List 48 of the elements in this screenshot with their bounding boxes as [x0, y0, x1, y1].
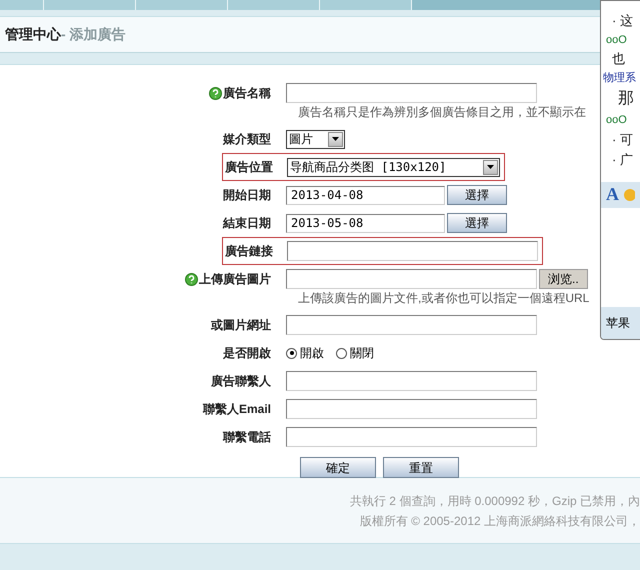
footer-text: 共執行 2 個查詢，用時 0.000992 秒，Gzip 已禁用，內 — [348, 492, 640, 510]
text-field[interactable] — [286, 427, 537, 447]
text-field[interactable] — [286, 315, 537, 335]
chat-line: 物理系 — [603, 70, 637, 86]
chat-line: ooO — [606, 32, 628, 48]
field-label: 廣告鏈接 — [225, 243, 273, 260]
field-label: 結束日期 — [223, 215, 271, 232]
radio-option[interactable]: 關閉 — [336, 344, 374, 362]
form-button[interactable]: 重置 — [383, 457, 459, 478]
text-field[interactable] — [286, 399, 537, 419]
field-hint: 廣告名稱只是作為辨別多個廣告條目之用，並不顯示在 — [298, 104, 586, 121]
field-label: 廣告位置 — [225, 159, 273, 176]
field-label: 上傳廣告圖片 — [199, 271, 271, 288]
field-label: 聯繫電話 — [223, 429, 271, 446]
field-label: 開始日期 — [223, 187, 271, 204]
field-label: 聯繫人Email — [202, 401, 271, 418]
browse-button[interactable]: 浏览.. — [539, 269, 588, 289]
radio-option[interactable]: 開啟 — [286, 344, 324, 362]
chat-line: · 广 — [611, 151, 634, 169]
field-label: 是否開啟 — [223, 345, 271, 362]
breadcrumb-title: 管理中心 — [5, 25, 61, 44]
field-label: 廣告聯繫人 — [211, 373, 271, 390]
breadcrumb-current: - 添加廣告 — [61, 25, 126, 44]
chat-line: ooO — [606, 113, 628, 128]
choose-date-button[interactable]: 選擇 — [447, 213, 507, 233]
dropdown-caret-icon — [483, 160, 498, 174]
text-field[interactable] — [286, 83, 537, 103]
footer-text: 版權所有 © 2005-2012 上海商派網絡科技有限公司， — [358, 512, 640, 530]
text-field[interactable] — [286, 371, 537, 391]
form-button[interactable]: 確定 — [300, 457, 376, 478]
chat-line: · 可 — [611, 130, 634, 148]
dropdown-field[interactable]: 圖片 — [286, 130, 345, 148]
dropdown-field[interactable]: 导航商品分类图 [130x120] — [287, 158, 500, 176]
field-hint: 上傳該廣告的圖片文件,或者你也可以指定一個遠程URL — [298, 290, 590, 307]
date-field[interactable]: 2013-05-08 — [286, 214, 445, 232]
chat-line: 也 — [611, 50, 626, 68]
chat-line: 那 — [617, 89, 635, 109]
field-label: 媒介類型 — [223, 131, 271, 148]
text-field[interactable] — [287, 241, 538, 261]
date-field[interactable]: 2013-04-08 — [286, 186, 445, 204]
choose-date-button[interactable]: 選擇 — [447, 185, 507, 205]
font-button[interactable]: A — [606, 181, 619, 208]
field-label: 廣告名稱 — [223, 85, 271, 102]
dropdown-caret-icon — [328, 132, 343, 146]
chat-line: · 这 — [611, 12, 634, 30]
field-label: 或圖片網址 — [211, 317, 271, 334]
file-field[interactable] — [286, 269, 537, 289]
chat-footer-text: 苹果 — [606, 315, 630, 332]
